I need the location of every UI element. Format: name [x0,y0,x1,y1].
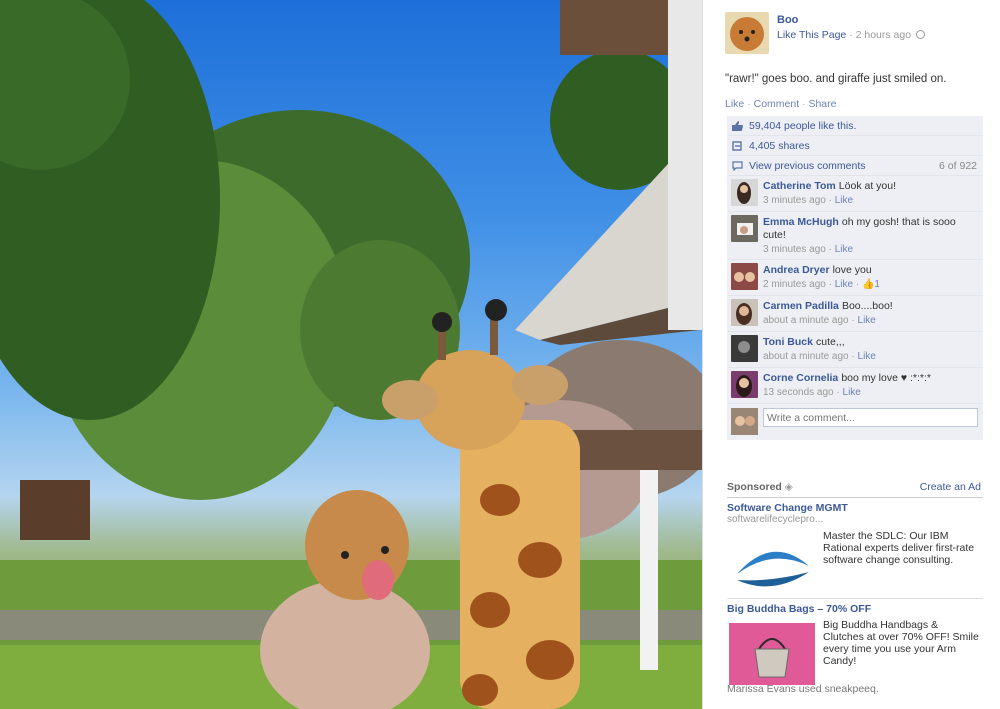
post-time[interactable]: 2 hours ago [856,29,911,41]
post-actions: Like · Comment · Share [725,98,837,110]
comment-time[interactable]: 2 minutes ago [763,279,826,290]
commenter-avatar[interactable] [731,335,758,362]
comment-input[interactable] [763,408,978,427]
post-header: Boo Like This Page · 2 hours ago [725,12,995,56]
comment-meta: 2 minutes ago · Like · 👍1 [763,279,880,290]
comment-meta: 3 minutes ago · Like [763,195,854,206]
ad-image[interactable] [729,623,815,685]
commenter-name[interactable]: Carmen Padilla [763,300,839,312]
commenter-name[interactable]: Toni Buck [763,336,813,348]
page-avatar[interactable] [725,12,769,54]
comment-like-link[interactable]: Like [858,315,876,326]
comment-item: Toni Buck cute,,, about a minute ago · L… [727,332,983,368]
ad-title[interactable]: Software Change MGMT [727,502,983,514]
commenter-name[interactable]: Corne Cornelia [763,372,838,384]
comment-like-link[interactable]: Like [835,244,853,255]
post-side-panel: Boo Like This Page · 2 hours ago "rawr!"… [702,0,1000,709]
comment-like-link[interactable]: Like [843,387,861,398]
comment-like-link[interactable]: Like [835,195,853,206]
comment-like-link[interactable]: Like [858,351,876,362]
sponsored-header: Sponsored ◈ Create an Ad [727,480,983,498]
view-previous-row: View previous comments 6 of 922 [727,156,983,176]
social-context-line: Marissa Evans used sneakpeeq. [727,683,879,695]
page-name-link[interactable]: Boo [777,14,798,26]
comment-text: cute,,, [816,336,845,348]
comment-text: love you [832,264,872,276]
post-text: "rawr!" goes boo. and giraffe just smile… [725,73,947,85]
commenter-avatar[interactable] [731,299,758,326]
comment-action[interactable]: Comment [754,98,800,110]
comment-item: Andrea Dryer love you 2 minutes ago · Li… [727,260,983,296]
comment-item: Catherine Tom Löok at you! 3 minutes ago… [727,176,983,212]
thumbs-up-icon [732,121,743,131]
thumbs-up-icon[interactable]: 👍 [862,279,874,290]
comment-text: Löok at you! [838,180,897,192]
comment-item: Corne Cornelia boo my love ♥ :*:*:* 13 s… [727,368,983,404]
comment-meta: about a minute ago · Like [763,351,876,362]
ad-divider [727,598,983,599]
comment-time[interactable]: about a minute ago [763,351,849,362]
comment-time[interactable]: 3 minutes ago [763,244,826,255]
comment-text: boo my love ♥ :*:*:* [841,372,932,384]
commenter-name[interactable]: Catherine Tom [763,180,836,192]
commenter-avatar[interactable] [731,263,758,290]
ad-item[interactable]: Software Change MGMT softwarelifecyclepr… [727,502,983,598]
commenter-avatar[interactable] [731,215,758,242]
comment-time[interactable]: 3 minutes ago [763,195,826,206]
post-meta: Like This Page · 2 hours ago [777,29,925,41]
comment-bubble-icon [732,161,743,171]
ad-body: Big Buddha Handbags & Clutches at over 7… [823,619,979,667]
comment-meta: 13 seconds ago · Like [763,387,861,398]
sponsored-label: Sponsored [727,481,782,493]
share-icon [732,141,742,151]
comment-time[interactable]: about a minute ago [763,315,849,326]
sponsored-icon: ◈ [784,481,793,493]
like-action[interactable]: Like [725,98,744,110]
share-action[interactable]: Share [808,98,836,110]
comment-text: Boo....boo! [841,300,893,312]
ad-body: Master the SDLC: Our IBM Rational expert… [823,530,975,566]
feedback-box: 59,404 people like this. 4,405 shares Vi… [727,116,983,440]
commenter-avatar[interactable] [731,371,758,398]
comment-meta: 3 minutes ago · Like [763,244,854,255]
globe-icon [916,30,925,39]
comment-time[interactable]: 13 seconds ago [763,387,834,398]
ad-url[interactable]: softwarelifecyclepro... [727,514,983,525]
like-page-link[interactable]: Like This Page [777,29,846,41]
comment-like-count[interactable]: 1 [874,279,880,290]
likes-row: 59,404 people like this. [727,116,983,136]
post-photo[interactable] [0,0,702,709]
commenter-avatar[interactable] [731,179,758,206]
ad-title[interactable]: Big Buddha Bags – 70% OFF [727,603,983,615]
comment-item: Emma McHugh oh my gosh! that is sooo cut… [727,212,983,260]
write-comment-row [727,404,983,440]
comment-like-link[interactable]: Like [835,279,853,290]
current-user-avatar [731,408,758,435]
comment-meta: about a minute ago · Like [763,315,876,326]
shares-row: 4,405 shares [727,136,983,156]
commenter-name[interactable]: Andrea Dryer [763,264,830,276]
photo-scene [0,0,702,709]
shares-count-link[interactable]: 4,405 shares [749,140,810,152]
create-ad-link[interactable]: Create an Ad [920,480,981,494]
likes-count-link[interactable]: 59,404 people like this. [749,120,856,132]
comment-count: 6 of 922 [939,160,977,172]
comment-item: Carmen Padilla Boo....boo! about a minut… [727,296,983,332]
ad-image[interactable] [729,536,815,594]
view-previous-comments-link[interactable]: View previous comments [749,160,866,172]
sponsored-section: Sponsored ◈ Create an Ad Software Change… [727,480,983,699]
commenter-name[interactable]: Emma McHugh [763,216,839,228]
